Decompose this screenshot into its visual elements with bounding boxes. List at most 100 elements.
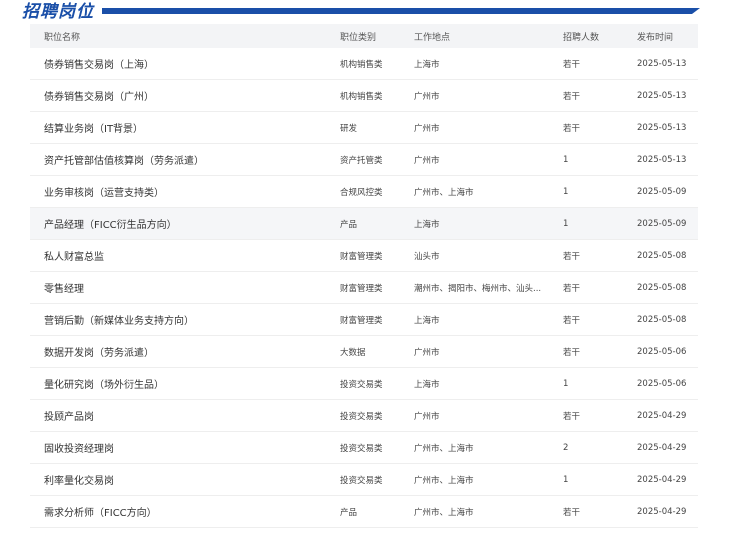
job-location: 广州市 xyxy=(414,155,440,166)
job-location: 上海市 xyxy=(414,59,440,70)
table-row[interactable]: 投顾产品岗 投资交易类 广州市 若干 2025-04-29 xyxy=(30,400,698,432)
job-date: 2025-05-08 xyxy=(637,250,687,261)
table-row[interactable]: 需求分析师（FICC方向） 产品 广州市、上海市 若干 2025-04-29 xyxy=(30,496,698,528)
table-row[interactable]: 数据开发岗（劳务派遣） 大数据 广州市 若干 2025-05-06 xyxy=(30,336,698,368)
job-name[interactable]: 量化研究岗（场外衍生品） xyxy=(30,376,340,391)
job-location: 广州市、上海市 xyxy=(414,475,474,486)
job-count: 若干 xyxy=(563,507,581,518)
job-name[interactable]: 固收投资经理岗 xyxy=(30,440,340,455)
table-row[interactable]: 营销后勤（新媒体业务支持方向） 财富管理类 上海市 若干 2025-05-08 xyxy=(30,304,698,336)
job-category: 投资交易类 xyxy=(340,443,383,454)
job-count: 若干 xyxy=(563,347,581,358)
job-category: 机构销售类 xyxy=(340,59,383,70)
job-count: 若干 xyxy=(563,123,581,134)
job-name[interactable]: 营销后勤（新媒体业务支持方向） xyxy=(30,312,340,327)
job-category: 合规风控类 xyxy=(340,187,383,198)
job-count: 1 xyxy=(563,186,569,197)
table-row[interactable]: 产品经理（FICC衍生品方向） 产品 上海市 1 2025-05-09 xyxy=(30,208,698,240)
job-category: 机构销售类 xyxy=(340,91,383,102)
job-count: 若干 xyxy=(563,91,581,102)
table-row[interactable]: 利率量化交易岗 投资交易类 广州市、上海市 1 2025-04-29 xyxy=(30,464,698,496)
job-count: 若干 xyxy=(563,251,581,262)
job-name[interactable]: 投顾产品岗 xyxy=(30,408,340,423)
job-location: 上海市 xyxy=(414,379,440,390)
job-name[interactable]: 债券销售交易岗（广州） xyxy=(30,88,340,103)
table-row[interactable]: 私人财富总监 财富管理类 汕头市 若干 2025-05-08 xyxy=(30,240,698,272)
job-location: 广州市、上海市 xyxy=(414,507,474,518)
job-name[interactable]: 数据开发岗（劳务派遣） xyxy=(30,344,340,359)
title-decor-bar xyxy=(102,8,700,14)
page-title: 招聘岗位 xyxy=(22,2,94,22)
job-count: 1 xyxy=(563,474,569,485)
table-row[interactable]: 资产托管部估值核算岗（劳务派遣） 资产托管类 广州市 1 2025-05-13 xyxy=(30,144,698,176)
job-date: 2025-05-08 xyxy=(637,282,687,293)
table-row[interactable]: 结算业务岗（IT背景） 研发 广州市 若干 2025-05-13 xyxy=(30,112,698,144)
job-location: 汕头市 xyxy=(414,251,440,262)
job-count: 若干 xyxy=(563,315,581,326)
job-category: 资产托管类 xyxy=(340,155,383,166)
table-body: 债券销售交易岗（上海） 机构销售类 上海市 若干 2025-05-13 债券销售交易岗（广… xyxy=(30,48,698,528)
job-date: 2025-04-29 xyxy=(637,506,687,517)
table-row[interactable]: 量化研究岗（场外衍生品） 投资交易类 上海市 1 2025-05-06 xyxy=(30,368,698,400)
job-name[interactable]: 资产托管部估值核算岗（劳务派遣） xyxy=(30,152,340,167)
table-header: 职位名称 职位类别 工作地点 招聘人数 发布时间 xyxy=(30,24,698,48)
column-header-location: 工作地点 xyxy=(414,32,451,43)
job-category: 投资交易类 xyxy=(340,475,383,486)
column-header-name: 职位名称 xyxy=(44,32,81,43)
table-row[interactable]: 债券销售交易岗（广州） 机构销售类 广州市 若干 2025-05-13 xyxy=(30,80,698,112)
job-name[interactable]: 需求分析师（FICC方向） xyxy=(30,504,340,519)
job-count: 1 xyxy=(563,218,569,229)
job-date: 2025-04-29 xyxy=(637,474,687,485)
job-location: 上海市 xyxy=(414,315,440,326)
job-count: 若干 xyxy=(563,59,581,70)
job-name[interactable]: 利率量化交易岗 xyxy=(30,472,340,487)
section-header: 招聘岗位 xyxy=(0,0,730,26)
job-date: 2025-04-29 xyxy=(637,442,687,453)
job-count: 若干 xyxy=(563,411,581,422)
job-category: 大数据 xyxy=(340,347,366,358)
job-category: 产品 xyxy=(340,507,358,518)
job-location: 广州市 xyxy=(414,411,440,422)
table-row[interactable]: 零售经理 财富管理类 潮州市、揭阳市、梅州市、汕头... 若干 2025-05-08 xyxy=(30,272,698,304)
job-date: 2025-05-09 xyxy=(637,218,687,229)
job-count: 1 xyxy=(563,154,569,165)
job-date: 2025-05-13 xyxy=(637,154,687,165)
job-category: 财富管理类 xyxy=(340,283,383,294)
job-date: 2025-05-13 xyxy=(637,58,687,69)
job-name[interactable]: 业务审核岗（运营支持类） xyxy=(30,184,340,199)
job-name[interactable]: 债券销售交易岗（上海） xyxy=(30,56,340,71)
job-category: 投资交易类 xyxy=(340,379,383,390)
job-location: 潮州市、揭阳市、梅州市、汕头... xyxy=(414,283,542,294)
column-header-date: 发布时间 xyxy=(637,32,674,43)
job-name[interactable]: 私人财富总监 xyxy=(30,248,340,263)
job-location: 广州市 xyxy=(414,123,440,134)
job-date: 2025-05-08 xyxy=(637,314,687,325)
job-date: 2025-05-06 xyxy=(637,378,687,389)
job-location: 广州市、上海市 xyxy=(414,443,474,454)
job-date: 2025-05-13 xyxy=(637,122,687,133)
column-header-category: 职位类别 xyxy=(340,32,377,43)
job-location: 上海市 xyxy=(414,219,440,230)
job-category: 产品 xyxy=(340,219,358,230)
job-table: 职位名称 职位类别 工作地点 招聘人数 发布时间 债券销售交易岗（上海） 机构销售… xyxy=(30,24,698,528)
job-name[interactable]: 产品经理（FICC衍生品方向） xyxy=(30,216,340,231)
job-category: 研发 xyxy=(340,123,358,134)
table-row[interactable]: 固收投资经理岗 投资交易类 广州市、上海市 2 2025-04-29 xyxy=(30,432,698,464)
job-category: 财富管理类 xyxy=(340,251,383,262)
table-row[interactable]: 债券销售交易岗（上海） 机构销售类 上海市 若干 2025-05-13 xyxy=(30,48,698,80)
column-header-count: 招聘人数 xyxy=(563,32,600,43)
job-name[interactable]: 结算业务岗（IT背景） xyxy=(30,120,340,135)
job-date: 2025-04-29 xyxy=(637,410,687,421)
job-location: 广州市 xyxy=(414,347,440,358)
job-name[interactable]: 零售经理 xyxy=(30,280,340,295)
job-date: 2025-05-09 xyxy=(637,186,687,197)
job-date: 2025-05-06 xyxy=(637,346,687,357)
job-location: 广州市、上海市 xyxy=(414,187,474,198)
job-location: 广州市 xyxy=(414,91,440,102)
job-category: 财富管理类 xyxy=(340,315,383,326)
job-count: 若干 xyxy=(563,283,581,294)
job-date: 2025-05-13 xyxy=(637,90,687,101)
job-count: 1 xyxy=(563,378,569,389)
job-category: 投资交易类 xyxy=(340,411,383,422)
table-row[interactable]: 业务审核岗（运营支持类） 合规风控类 广州市、上海市 1 2025-05-09 xyxy=(30,176,698,208)
